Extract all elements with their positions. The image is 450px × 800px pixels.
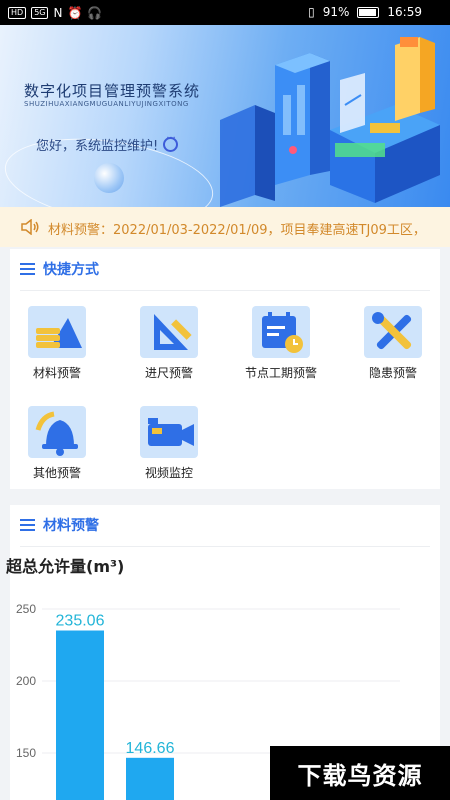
- bar-value-label: 235.06: [56, 613, 105, 630]
- chat-bubble-icon[interactable]: [163, 133, 179, 152]
- bar[interactable]: [126, 757, 174, 800]
- y-tick-label: 200: [16, 674, 36, 688]
- nfc-icon: N: [53, 6, 63, 20]
- speaker-icon: [21, 219, 39, 235]
- video-camera-icon: [140, 406, 198, 458]
- bar[interactable]: [56, 630, 104, 800]
- clock: 16:59: [387, 5, 422, 19]
- battery-fill: [359, 8, 376, 16]
- shortcut-material-warning[interactable]: 材料预警: [10, 306, 104, 381]
- notice-ticker[interactable]: 材料预警：2022/01/03-2022/01/09，项目奉建高速TJ09工区，: [0, 207, 450, 247]
- divider: [20, 290, 430, 291]
- hero-banner: 数字化项目管理预警系统 SHUZIHUAXIANGMUGUANLIYUJINGX…: [0, 25, 450, 207]
- greeting-text: 您好，系统监控维护!: [36, 139, 159, 154]
- shortcut-label: 材料预警: [32, 366, 81, 380]
- shortcut-label: 节点工期预警: [244, 366, 317, 380]
- app-title: 数字化项目管理预警系统: [24, 82, 201, 100]
- battery-icon: [357, 6, 380, 18]
- shortcut-other-warning[interactable]: 其他预警: [10, 406, 104, 481]
- shortcut-video-monitor[interactable]: 视频监控: [122, 406, 216, 481]
- city-illustration: [220, 37, 440, 207]
- network-indicator: 5G: [31, 7, 49, 19]
- shortcut-hazard-warning[interactable]: 隐患预警: [346, 306, 440, 381]
- material-warning-icon: [28, 306, 86, 358]
- menu-lines-icon: [20, 263, 35, 275]
- alarm-icon: ⏰: [67, 6, 83, 20]
- status-bar: HD 5G N ⏰ 🎧 ▯ 91% 16:59: [0, 0, 450, 25]
- status-right: ▯ 91% 16:59: [308, 5, 422, 19]
- headphones-icon: 🎧: [87, 6, 103, 20]
- status-left: HD 5G N ⏰ 🎧: [8, 6, 102, 20]
- hd-indicator: HD: [8, 7, 27, 19]
- shortcut-label: 进尺预警: [144, 366, 193, 380]
- tools-icon: [364, 306, 422, 358]
- watermark: 下载鸟资源: [270, 746, 450, 800]
- shortcuts-card: 快捷方式 材料预警 进尺预警 节点工期预警 隐患预警 其他预警 视频监控: [10, 249, 440, 489]
- shortcut-label: 其他预警: [32, 466, 81, 480]
- shortcut-label: 隐患预警: [368, 366, 417, 380]
- shortcut-progress-warning[interactable]: 进尺预警: [122, 306, 216, 381]
- y-tick-label: 150: [16, 746, 36, 760]
- calendar-clock-icon: [252, 306, 310, 358]
- ruler-triangle-icon: [140, 306, 198, 358]
- sphere-decoration: [94, 163, 124, 193]
- battery-percent: 91%: [322, 5, 350, 19]
- shortcuts-header: 快捷方式: [20, 259, 99, 279]
- greeting: 您好，系统监控维护!: [36, 133, 179, 154]
- y-tick-label: 250: [16, 602, 36, 616]
- shortcuts-title: 快捷方式: [43, 262, 99, 278]
- shortcut-label: 视频监控: [144, 466, 193, 480]
- bell-icon: [28, 406, 86, 458]
- shortcut-milestone-warning[interactable]: 节点工期预警: [234, 306, 328, 381]
- bar-value-label: 146.66: [126, 740, 175, 757]
- app-subtitle: SHUZIHUAXIANGMUGUANLIYUJINGXITONG: [24, 100, 189, 108]
- vibrate-icon: ▯: [308, 5, 315, 19]
- ticker-text: 材料预警：2022/01/03-2022/01/09，项目奉建高速TJ09工区，: [48, 223, 426, 238]
